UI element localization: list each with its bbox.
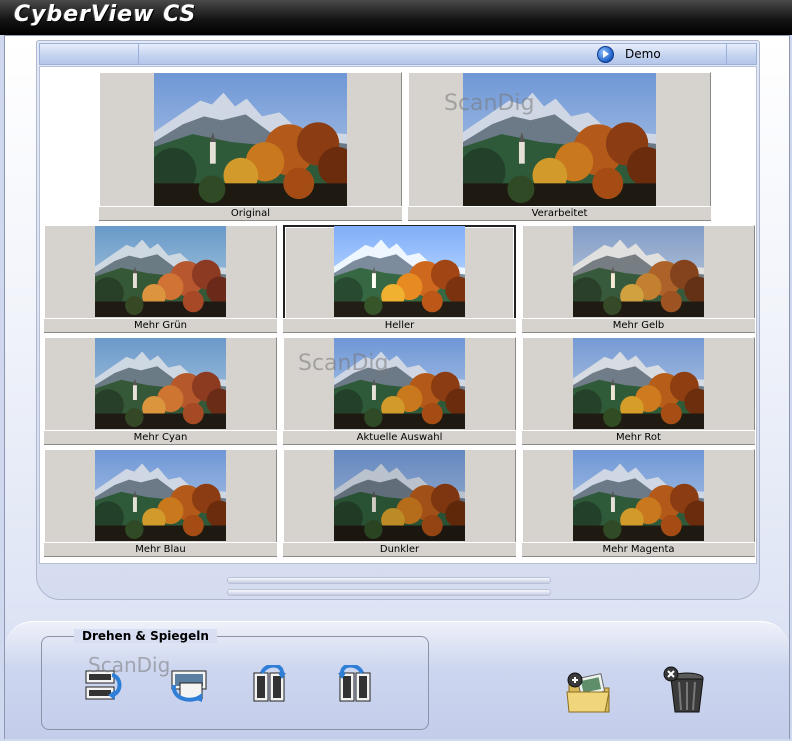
- tile-current-selection[interactable]: Aktuelle Auswahl: [283, 337, 516, 445]
- play-icon: [597, 45, 614, 63]
- tile-caption: Mehr Rot: [522, 430, 755, 445]
- tile-caption: Verarbeitet: [408, 206, 711, 221]
- header-divider: [138, 44, 139, 64]
- tile-caption: Mehr Gelb: [522, 318, 755, 333]
- demo-button[interactable]: Demo: [597, 45, 661, 63]
- tile-brighter[interactable]: Heller: [283, 225, 516, 333]
- bottom-toolbar: Drehen & Spiegeln ScanDig: [5, 621, 789, 739]
- add-folder-icon: [566, 672, 610, 713]
- panel-header: Demo: [39, 43, 757, 65]
- app-window: CyberView CS Demo Original Verarbeitet M…: [0, 0, 792, 741]
- rotate-icon: [171, 670, 207, 702]
- mirror-left-button[interactable]: [248, 663, 292, 705]
- panel-footer: [37, 565, 759, 599]
- image-processed: [463, 73, 656, 206]
- tile-caption: Dunkler: [283, 542, 516, 557]
- mirror-right-button[interactable]: [332, 663, 376, 705]
- delete-button[interactable]: [661, 664, 709, 714]
- tile-more-blue[interactable]: Mehr Blau: [44, 449, 277, 557]
- tile-more-red[interactable]: Mehr Rot: [522, 337, 755, 445]
- resize-grip[interactable]: [227, 577, 551, 584]
- tile-caption: Heller: [283, 318, 516, 333]
- resize-grip[interactable]: [227, 589, 551, 596]
- image-more-blue: [95, 450, 226, 541]
- add-to-folder-button[interactable]: [565, 666, 613, 716]
- trash-icon: [663, 666, 704, 713]
- image-more-green: [95, 226, 226, 317]
- app-title: CyberView CS: [14, 2, 197, 27]
- image-original: [154, 73, 347, 206]
- variation-grid: Original Verarbeitet Mehr Grün Heller Me…: [39, 66, 757, 564]
- mirror-right-icon: [338, 663, 371, 702]
- tile-caption: Mehr Blau: [44, 542, 277, 557]
- title-bar: CyberView CS: [0, 0, 792, 35]
- image-darker: [334, 450, 465, 541]
- client-area: Demo Original Verarbeitet Mehr Grün Hell…: [4, 35, 790, 739]
- tile-caption: Aktuelle Auswahl: [283, 430, 516, 445]
- rotate-button[interactable]: [166, 665, 210, 705]
- preview-panel: Demo Original Verarbeitet Mehr Grün Hell…: [36, 40, 760, 600]
- tile-darker[interactable]: Dunkler: [283, 449, 516, 557]
- demo-label: Demo: [625, 47, 661, 61]
- tile-more-magenta[interactable]: Mehr Magenta: [522, 449, 755, 557]
- tile-more-green[interactable]: Mehr Grün: [44, 225, 277, 333]
- rotate-flip-group: Drehen & Spiegeln ScanDig: [41, 629, 429, 730]
- tile-caption: Mehr Grün: [44, 318, 277, 333]
- flip-vertical-button[interactable]: [82, 665, 126, 705]
- header-divider: [726, 44, 727, 64]
- tile-caption: Original: [99, 206, 402, 221]
- tile-more-cyan[interactable]: Mehr Cyan: [44, 337, 277, 445]
- image-brighter: [334, 226, 465, 317]
- image-more-red: [573, 338, 704, 429]
- tile-caption: Mehr Cyan: [44, 430, 277, 445]
- group-title: Drehen & Spiegeln: [74, 629, 217, 643]
- image-more-cyan: [95, 338, 226, 429]
- image-current-selection: [334, 338, 465, 429]
- tile-original[interactable]: Original: [99, 72, 402, 221]
- tile-caption: Mehr Magenta: [522, 542, 755, 557]
- mirror-left-icon: [253, 663, 286, 702]
- tile-more-yellow[interactable]: Mehr Gelb: [522, 225, 755, 333]
- image-more-magenta: [573, 450, 704, 541]
- tile-processed[interactable]: Verarbeitet: [408, 72, 711, 221]
- flip-vertical-icon: [85, 670, 122, 700]
- image-more-yellow: [573, 226, 704, 317]
